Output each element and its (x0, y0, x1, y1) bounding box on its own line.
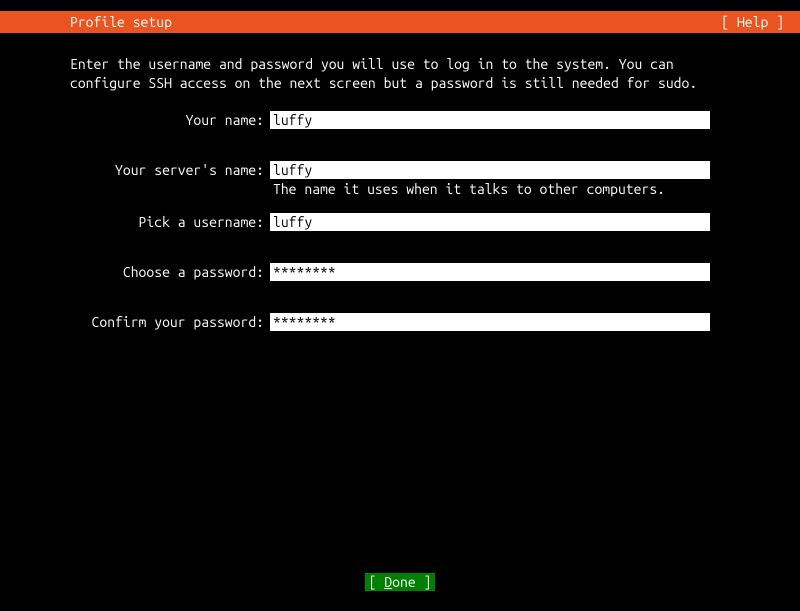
label-your-name: Your name: (70, 111, 270, 129)
page-title: Profile setup (12, 14, 172, 30)
input-username[interactable] (270, 213, 710, 231)
input-password[interactable] (270, 263, 710, 281)
row-your-name: Your name: (70, 111, 730, 129)
done-button[interactable]: [ Done ] (365, 573, 436, 591)
row-password: Choose a password: (70, 263, 730, 281)
hint-server-name: The name it uses when it talks to other … (270, 181, 730, 197)
label-username: Pick a username: (70, 213, 270, 231)
row-username: Pick a username: (70, 213, 730, 231)
input-your-name[interactable] (270, 111, 710, 129)
header-bar: Profile setup [ Help ] (0, 11, 800, 33)
input-confirm-password[interactable] (270, 313, 710, 331)
input-server-name[interactable] (270, 161, 710, 179)
label-confirm-password: Confirm your password: (70, 313, 270, 331)
row-confirm-password: Confirm your password: (70, 313, 730, 331)
footer: [ Done ] (0, 573, 800, 591)
row-server-name: Your server's name: The name it uses whe… (70, 161, 730, 197)
intro-text: Enter the username and password you will… (70, 55, 730, 93)
help-button[interactable]: [ Help ] (721, 14, 788, 30)
content-area: Enter the username and password you will… (0, 33, 800, 331)
label-password: Choose a password: (70, 263, 270, 281)
label-server-name: Your server's name: (70, 161, 270, 179)
